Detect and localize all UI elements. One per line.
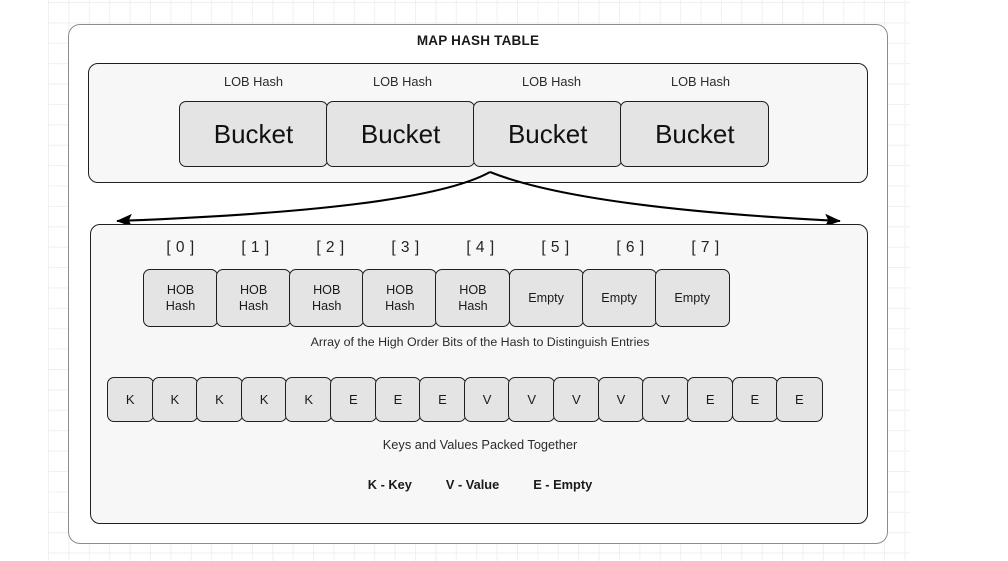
index-label: [ 6 ] (616, 239, 645, 256)
diagram-canvas: MAP HASH TABLE LOB Hash LOB Hash LOB Has… (0, 0, 1008, 561)
bucket-cell[interactable]: Bucket (326, 101, 476, 167)
index-label: [ 5 ] (541, 239, 570, 256)
hob-hash-cell[interactable]: HOB Hash (216, 269, 292, 327)
key-value-cell-row: K K K K K E E E V V V V V E E E (107, 377, 823, 422)
lob-hash-label: LOB Hash (521, 74, 582, 89)
kv-cell[interactable]: E (419, 377, 466, 422)
hob-array-caption: Array of the High Order Bits of the Hash… (310, 335, 650, 349)
hob-hash-cell[interactable]: HOB Hash (289, 269, 365, 327)
hob-cell-line1: HOB (166, 282, 195, 297)
index-label: [ 3 ] (391, 239, 420, 256)
legend-item-empty: E - Empty (533, 477, 593, 492)
index-label: [ 2 ] (316, 239, 345, 256)
bucket-cell[interactable]: Bucket (620, 101, 770, 167)
hob-hash-cell[interactable]: HOB Hash (362, 269, 438, 327)
key-value-caption: Keys and Values Packed Together (382, 437, 578, 452)
hob-cell-line1: HOB (239, 282, 268, 297)
hob-cell-line1: Empty (601, 290, 637, 305)
kv-cell[interactable]: E (330, 377, 377, 422)
lob-hash-label: LOB Hash (223, 74, 284, 89)
kv-cell[interactable]: E (374, 377, 422, 422)
kv-cell[interactable]: E (776, 377, 823, 422)
index-label: [ 0 ] (166, 239, 195, 256)
hob-cell-line1: Empty (674, 290, 711, 305)
kv-cell[interactable]: K (285, 377, 332, 422)
index-label-row: [ 0 ] [ 1 ] [ 2 ] [ 3 ] [ 4 ] [ 5 ] [ 6 … (143, 239, 743, 257)
hob-cell-line1: HOB (386, 282, 414, 297)
hob-hash-cell[interactable]: HOB Hash (435, 269, 511, 327)
kv-cell[interactable]: K (151, 377, 199, 422)
kv-cell[interactable]: K (107, 377, 154, 422)
entry-panel: [ 0 ] [ 1 ] [ 2 ] [ 3 ] [ 4 ] [ 5 ] [ 6 … (90, 224, 868, 524)
lob-hash-label: LOB Hash (670, 74, 731, 89)
kv-cell[interactable]: E (731, 377, 779, 422)
legend: K - Key V - Value E - Empty (91, 477, 869, 492)
hob-cell-line2: Hash (238, 299, 269, 313)
legend-item-value: V - Value (445, 477, 500, 492)
kv-cell[interactable]: E (686, 377, 734, 422)
hob-cell-line2: Hash (165, 299, 196, 313)
hob-cell-line1: HOB (313, 282, 341, 297)
bucket-cell[interactable]: Bucket (473, 101, 623, 167)
lob-hash-label: LOB Hash (372, 74, 433, 89)
hob-hash-cell-empty[interactable]: Empty (654, 269, 730, 327)
index-label: [ 4 ] (466, 239, 495, 256)
hob-hash-cell-empty[interactable]: Empty (508, 269, 584, 327)
legend-item-key: K - Key (367, 477, 412, 492)
kv-cell[interactable]: V (597, 377, 645, 422)
page-title: MAP HASH TABLE (416, 33, 540, 48)
kv-cell[interactable]: K (240, 377, 288, 422)
hob-cell-line2: Hash (458, 299, 488, 313)
hob-cell-line1: HOB (459, 282, 487, 297)
index-label: [ 7 ] (691, 239, 720, 256)
kv-cell[interactable]: V (508, 377, 555, 422)
kv-cell[interactable]: V (553, 377, 600, 422)
bucket-row: Bucket Bucket Bucket Bucket (179, 101, 770, 167)
hob-hash-cell-empty[interactable]: Empty (581, 269, 657, 327)
bucket-cell[interactable]: Bucket (179, 101, 328, 167)
hob-cell-line2: Hash (312, 299, 342, 313)
hob-hash-cell-row: HOB Hash HOB Hash HOB Hash HOB Hash HOB … (143, 269, 730, 327)
kv-cell[interactable]: V (463, 377, 511, 422)
hob-cell-line2: Hash (385, 299, 415, 313)
hob-cell-line1: Empty (528, 290, 564, 305)
lob-hash-label-row: LOB Hash LOB Hash LOB Hash LOB Hash (179, 74, 779, 89)
kv-cell[interactable]: K (196, 377, 243, 422)
hob-hash-cell[interactable]: HOB Hash (143, 269, 218, 327)
bucket-panel: LOB Hash LOB Hash LOB Hash LOB Hash Buck… (88, 63, 868, 183)
kv-cell[interactable]: V (642, 377, 689, 422)
index-label: [ 1 ] (241, 239, 270, 256)
